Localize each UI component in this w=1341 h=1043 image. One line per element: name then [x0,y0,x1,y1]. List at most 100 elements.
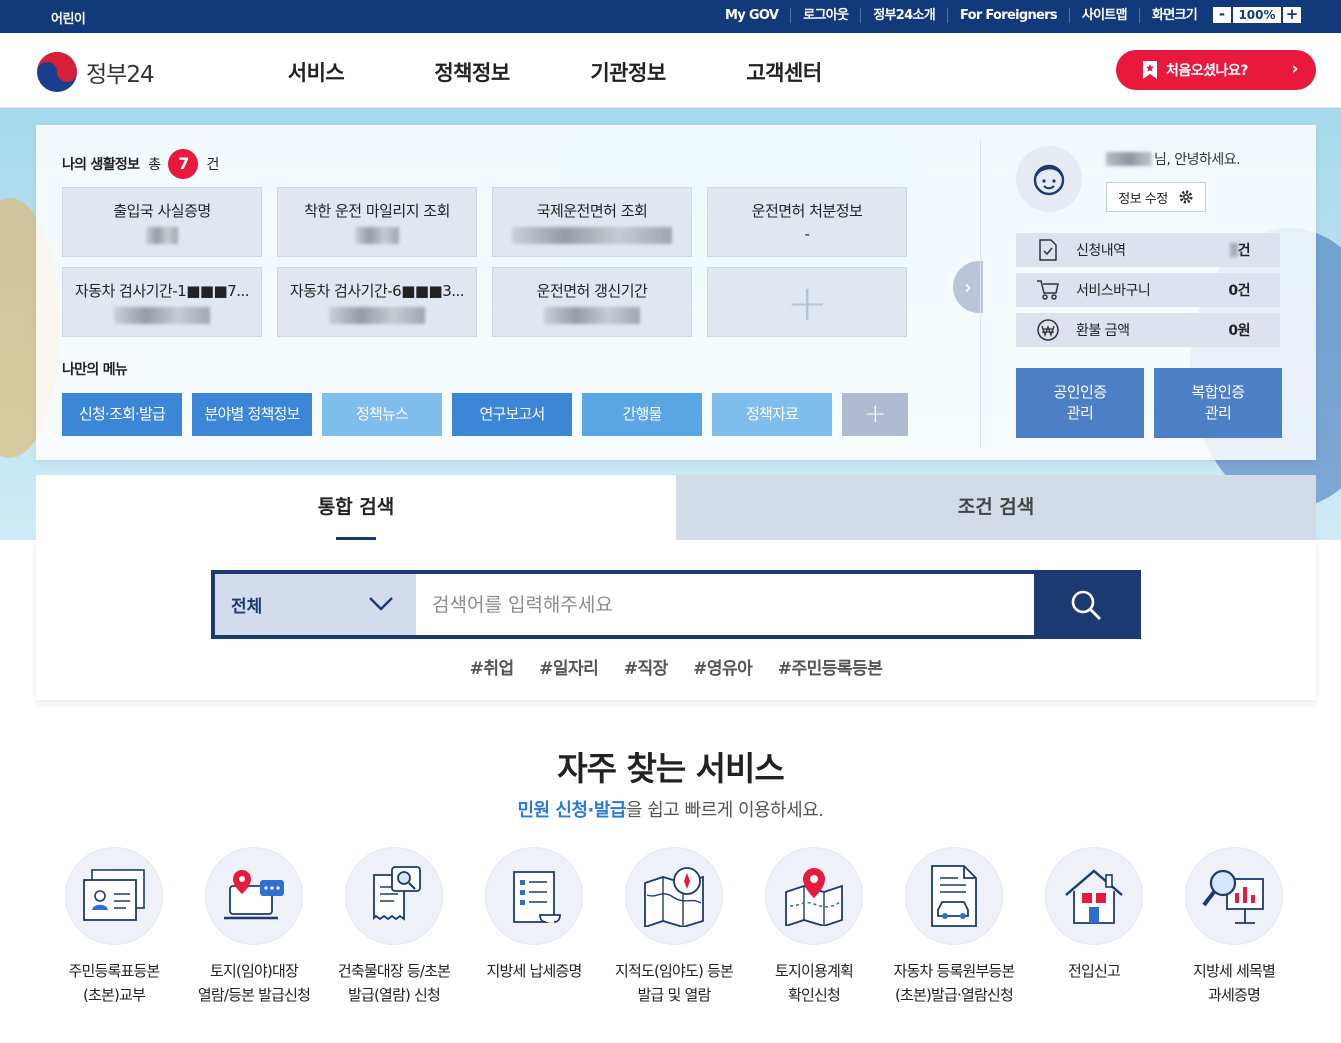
tab-integrated-search[interactable]: 통합 검색 [36,475,676,540]
life-card-title: 운전면허 갱신기간 [536,282,648,300]
utility-bar: 어린이 My GOV 로그아웃 정부24소개 For Foreigners 사이… [0,0,1341,33]
service-item[interactable]: 전입신고 [1024,847,1164,983]
subtitle-rest: 을 쉽고 빠르게 이용하세요. [625,800,824,821]
refund-amount-link[interactable]: 환불 금액 0원 [1016,313,1280,347]
tag-link[interactable]: #일자리 [539,659,599,679]
stat-value: 0원 [1228,323,1250,339]
sitemap-link[interactable]: 사이트맵 [1070,7,1140,23]
stat-label: 신청내역 [1076,243,1126,259]
service-icon-circle [345,847,443,945]
my-menu-policy-by-field[interactable]: 분야별 정책정보 [192,393,312,436]
service-label: 전입신고 [1067,962,1121,980]
service-cart-link[interactable]: 서비스바구니 0건 [1016,273,1280,307]
about-link[interactable]: 정부24소개 [861,7,948,23]
masked-value [329,307,425,324]
service-item[interactable]: 토지(임야)대장 열람/등본 발급신청 [184,847,324,1007]
masked-value [1229,243,1238,257]
tag-link[interactable]: #영유아 [693,659,753,679]
zoom-in-button[interactable]: + [1283,7,1301,23]
life-card[interactable]: 출입국 사실증명 [62,187,262,257]
my-menu-policy-material[interactable]: 정책자료 [712,393,832,436]
zoom-value: 100% [1233,7,1281,23]
bookmark-star-icon [1143,61,1157,79]
my-menu-add-button[interactable]: + [842,393,908,436]
life-info-panel: 나의 생활정보 총 7 건 출입국 사실증명 착한 운전 마일리지 조회 국제운… [36,125,1316,460]
life-card[interactable]: 자동차 검사기간-6■■■3... [277,267,477,337]
search-button[interactable] [1034,574,1137,635]
search-category-select[interactable]: 전체 [215,574,416,635]
stat-label: 서비스바구니 [1076,283,1151,299]
mygov-link[interactable]: My GOV [713,7,792,23]
won-icon [1037,319,1059,341]
life-card[interactable]: 운전면허 처분정보 - [707,187,907,257]
service-icon-circle [905,847,1003,945]
my-menu-apply[interactable]: 신청·조회·발급 [62,393,182,436]
life-info-title: 나의 생활정보 [62,157,140,173]
search-icon [1071,590,1101,620]
service-item[interactable]: 건축물대장 등/초본 발급(열람) 신청 [324,847,464,1007]
nav-policy-info[interactable]: 정책정보 [394,57,550,87]
zoom-out-button[interactable]: - [1213,7,1231,23]
life-card[interactable]: 착한 운전 마일리지 조회 [277,187,477,257]
zoom-label: 화면크기 [1151,7,1198,23]
tag-link[interactable]: #취업 [470,659,515,679]
gear-icon [1179,190,1193,204]
life-card[interactable]: 운전면허 갱신기간 [492,267,692,337]
search-box: 전체 [211,570,1141,639]
count-prefix: 총 [148,157,161,173]
service-item[interactable]: 지방세 납세증명 [464,847,604,983]
tab-label: 통합 검색 [317,496,395,518]
service-label: 지방세 납세증명 [486,962,583,980]
popular-tags: #취업 #일자리 #직장 #영유아 #주민등록등본 [36,654,1316,679]
first-visit-button[interactable]: 처음오셨나요? › [1116,50,1316,90]
multi-auth-management-button[interactable]: 복합인증 관리 [1154,368,1282,438]
foreigners-link[interactable]: For Foreigners [948,7,1070,23]
zoom-control: - 100% + [1213,7,1301,23]
nav-customer-center[interactable]: 고객센터 [706,57,862,87]
count-badge: 7 [168,149,199,179]
certificate-management-button[interactable]: 공인인증 관리 [1016,368,1144,438]
life-card[interactable]: 국제운전면허 조회 [492,187,692,257]
search-input[interactable] [416,574,1034,635]
service-item[interactable]: 지방세 세목별 과세증명 [1164,847,1304,1007]
my-menu-research-report[interactable]: 연구보고서 [452,393,572,436]
tab-conditional-search[interactable]: 조건 검색 [676,475,1316,540]
life-card-value: - [804,225,810,243]
service-icon-circle [1185,847,1283,945]
chart-magnifier-icon [1202,869,1264,924]
service-label: 건축물대장 등/초본 발급(열람) 신청 [337,962,451,1004]
edit-profile-button[interactable]: 정보 수정 [1106,182,1206,212]
service-item[interactable]: 주민등록표등본 (초본)교부 [44,847,184,1007]
count-unit: 건 [206,157,219,173]
logout-link[interactable]: 로그아웃 [791,7,862,23]
kids-link[interactable]: 어린이 [51,8,86,27]
add-life-card-button[interactable]: + [707,267,907,337]
service-item[interactable]: 지적도(임야도) 등본 발급 및 열람 [604,847,744,1007]
main-nav: 서비스 정책정보 기관정보 고객센터 [238,57,862,87]
chevron-right-icon: › [1291,59,1298,79]
service-label: 자동차 등록원부등본 (초본)발급·열람신청 [893,962,1016,1004]
my-menu-policy-news[interactable]: 정책뉴스 [322,393,442,436]
service-item[interactable]: 토지이용계획 확인신청 [744,847,884,1007]
tag-link[interactable]: #주민등록등본 [778,659,883,679]
masked-value [544,307,640,324]
life-card[interactable]: 자동차 검사기간-1■■■7... [62,267,262,337]
document-check-icon [1039,239,1057,261]
tag-link[interactable]: #직장 [624,659,669,679]
chevron-right-icon[interactable]: › [953,261,983,313]
nav-services[interactable]: 서비스 [238,57,394,87]
edit-profile-label: 정보 수정 [1118,191,1168,207]
life-info-header: 나의 생활정보 총 7 건 [62,149,219,179]
nav-agency-info[interactable]: 기관정보 [550,57,706,87]
life-card-title: 착한 운전 마일리지 조회 [304,202,450,220]
service-label: 토지이용계획 확인신청 [774,962,854,1004]
application-history-link[interactable]: 신청내역 건 [1016,233,1280,267]
plus-icon: + [786,274,828,332]
service-item[interactable]: 자동차 등록원부등본 (초본)발급·열람신청 [884,847,1024,1007]
my-menu-publication[interactable]: 간행물 [582,393,702,436]
service-icon-circle [765,847,863,945]
greeting: 님, 안녕하세요. [1106,149,1241,169]
logo[interactable]: 정부24 [36,51,155,93]
frequent-services-subtitle: 민원 신청·발급을 쉽고 빠르게 이용하세요. [0,796,1341,822]
service-icon-circle [1045,847,1143,945]
